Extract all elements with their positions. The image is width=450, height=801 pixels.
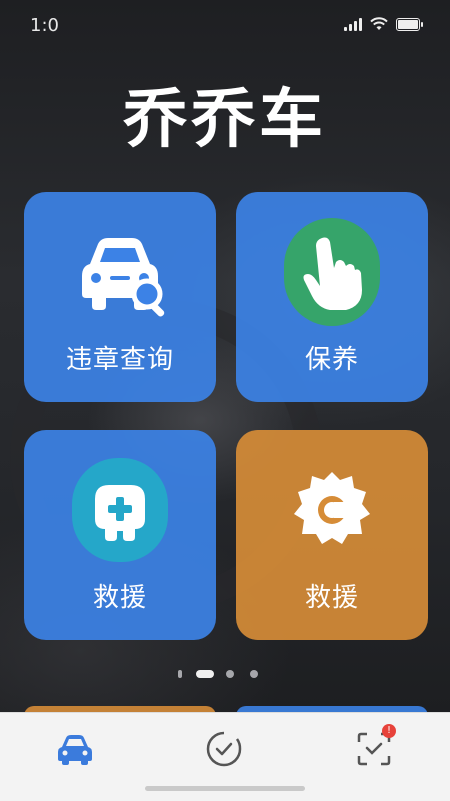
car-icon bbox=[58, 735, 92, 765]
tile-rescue-2[interactable]: 救援 bbox=[236, 430, 428, 640]
home-indicator bbox=[145, 786, 305, 791]
medical-icon-background bbox=[72, 458, 168, 562]
check-circle-icon bbox=[206, 731, 242, 767]
car-medical-icon bbox=[95, 485, 145, 541]
battery-icon bbox=[396, 18, 423, 31]
hand-pointer-icon bbox=[303, 237, 362, 310]
wifi-icon bbox=[370, 17, 388, 30]
tab-scan[interactable]: ! bbox=[354, 724, 396, 769]
tile-label: 违章查询 bbox=[65, 345, 174, 375]
status-bar: 1:0 bbox=[0, 0, 450, 50]
rescue-gear-icon bbox=[294, 472, 370, 544]
page-dot[interactable] bbox=[250, 670, 258, 678]
car-search-icon bbox=[82, 238, 165, 317]
page-indicator bbox=[0, 668, 450, 680]
tile-label: 救援 bbox=[304, 583, 359, 613]
page-dot[interactable] bbox=[178, 670, 182, 678]
cellular-signal-icon bbox=[344, 18, 362, 31]
hand-icon-background bbox=[284, 218, 380, 326]
tab-car[interactable] bbox=[55, 729, 95, 769]
notification-badge: ! bbox=[382, 724, 396, 738]
tile-maintenance[interactable]: 保养 bbox=[236, 192, 428, 402]
status-time: 1:0 bbox=[30, 15, 59, 36]
tab-checklist[interactable] bbox=[204, 729, 244, 769]
tile-rescue[interactable]: 救援 bbox=[24, 430, 216, 640]
tile-label: 救援 bbox=[92, 583, 147, 613]
app-title: 乔乔车 bbox=[123, 83, 327, 157]
page-dot-active[interactable] bbox=[196, 670, 214, 678]
tile-label: 保养 bbox=[304, 345, 359, 375]
page-dot[interactable] bbox=[226, 670, 234, 678]
tile-violation-query[interactable]: 违章查询 bbox=[24, 192, 216, 402]
